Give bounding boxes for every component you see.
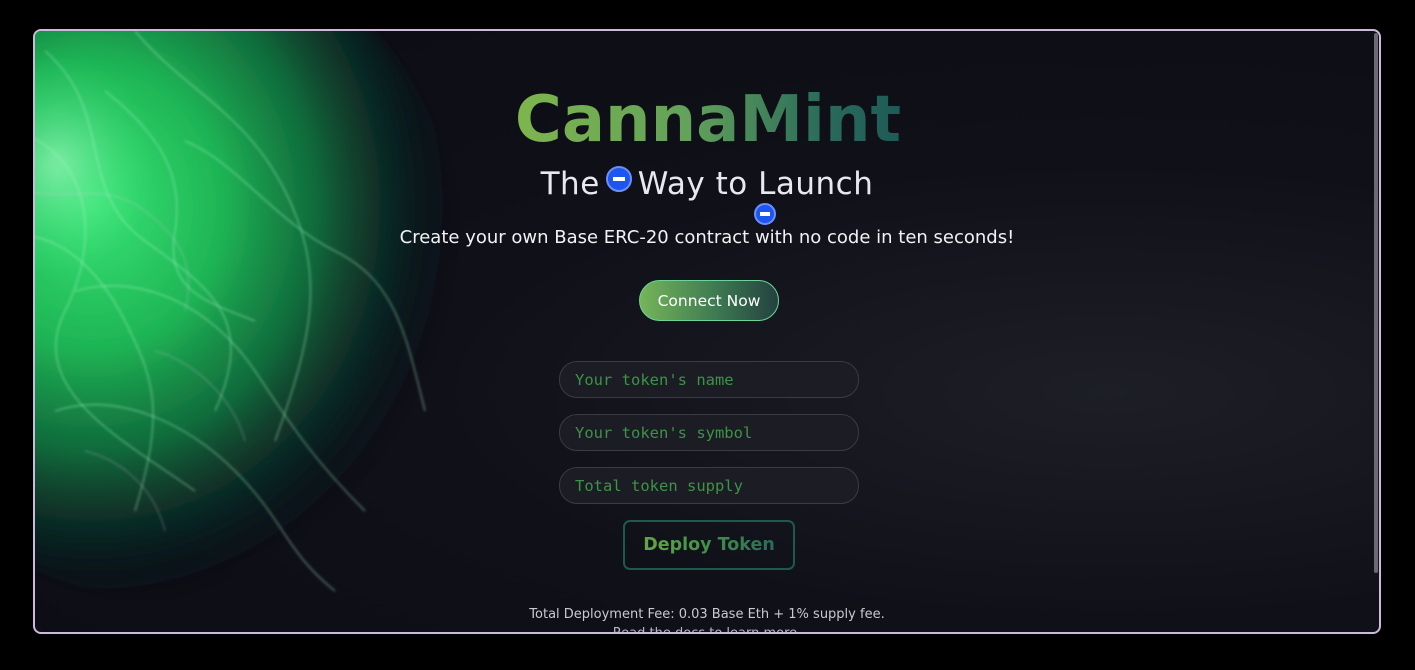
deploy-token-label: Deploy Token	[643, 535, 775, 555]
subtitle-prefix: The	[540, 166, 600, 202]
token-supply-input[interactable]	[559, 467, 859, 504]
connect-wallet-button[interactable]: Connect Now	[639, 280, 779, 321]
base-coin-icon	[754, 203, 776, 225]
docs-link[interactable]: Read the docs to learn more.	[35, 626, 1379, 632]
token-name-input[interactable]	[559, 361, 859, 398]
app-title-text: CannaMint	[514, 83, 902, 157]
subtitle-suffix: Way to Launch	[637, 166, 874, 202]
deploy-token-button[interactable]: Deploy Token	[623, 520, 795, 570]
hero-tagline: Create your own Base ERC-20 contract wit…	[399, 227, 1015, 248]
hero-subtitle: The Way to Launch	[35, 166, 1379, 202]
token-symbol-input[interactable]	[559, 414, 859, 451]
app-window: CannaMint The Way to Launch Create your o…	[33, 29, 1381, 634]
app-title: CannaMint	[35, 83, 1379, 157]
main-content: CannaMint The Way to Launch Create your o…	[35, 31, 1379, 632]
deployment-fee-text: Total Deployment Fee: 0.03 Base Eth + 1%…	[529, 607, 885, 622]
base-coin-icon	[605, 166, 632, 192]
